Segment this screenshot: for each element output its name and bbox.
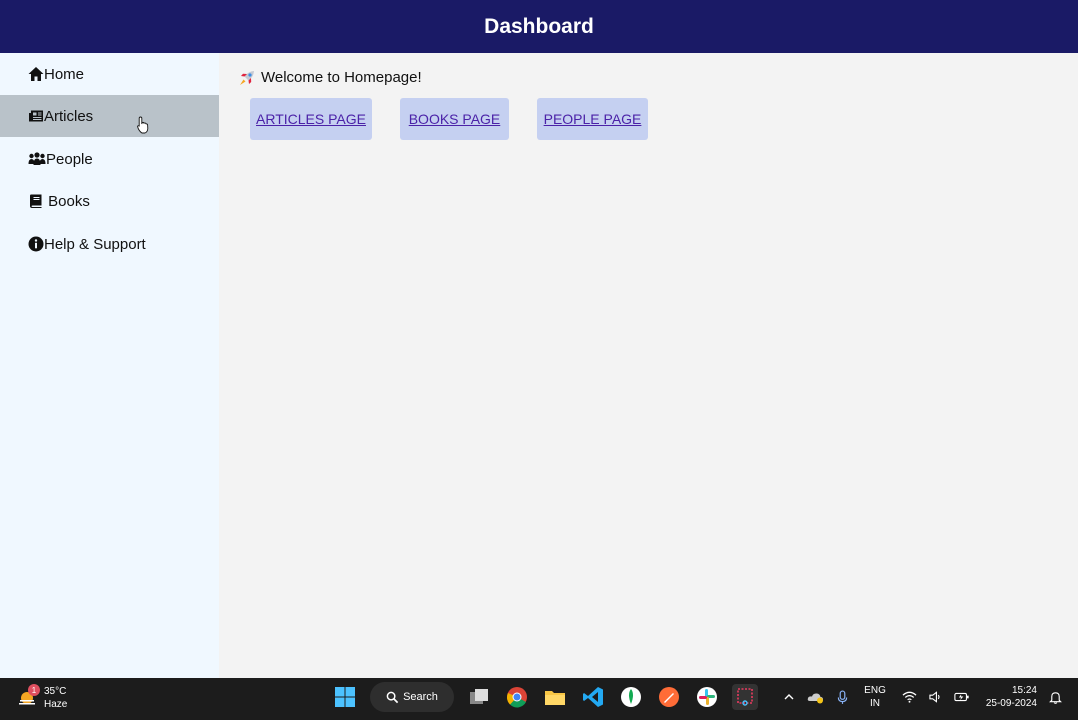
- sidebar-item-label: Books: [44, 192, 90, 210]
- people-page-button[interactable]: PEOPLE PAGE: [537, 98, 648, 140]
- sidebar-item-label: Home: [44, 65, 85, 83]
- books-page-button[interactable]: BOOKS PAGE: [400, 98, 509, 140]
- notification-badge: 1: [28, 684, 40, 696]
- weather-condition: Haze: [44, 699, 68, 710]
- chrome-icon[interactable]: [504, 684, 530, 710]
- sidebar-item-help[interactable]: Help & Support: [0, 223, 219, 265]
- sidebar-item-label: Articles: [44, 107, 94, 125]
- articles-page-button[interactable]: ARTICLES PAGE: [250, 98, 372, 140]
- taskbar-search-button[interactable]: Search: [370, 682, 454, 712]
- weather-sun-icon: 1: [16, 684, 40, 709]
- taskbar: 1 35°C Haze Search ENG IN 15:24 25-09-20…: [0, 678, 1078, 720]
- page-title: Dashboard: [484, 14, 594, 38]
- hand-cursor-icon: [137, 116, 149, 134]
- weather-temp: 35°C: [44, 686, 67, 697]
- home-icon: [28, 66, 44, 82]
- welcome-text: Welcome to Homepage!: [261, 69, 422, 86]
- onedrive-icon[interactable]: [807, 690, 825, 704]
- weather-widget[interactable]: 1 35°C Haze: [16, 684, 68, 711]
- language-indicator[interactable]: ENG IN: [864, 684, 886, 710]
- rocket-icon: [240, 70, 254, 85]
- search-icon: [386, 691, 399, 703]
- sidebar-item-home[interactable]: Home: [0, 53, 219, 95]
- newspaper-icon: [28, 108, 44, 124]
- postman-icon[interactable]: [656, 684, 682, 710]
- system-clock[interactable]: 15:24 25-09-2024: [986, 684, 1037, 710]
- microphone-icon[interactable]: [837, 689, 848, 705]
- sidebar-item-label: People: [46, 150, 93, 168]
- slack-icon[interactable]: [694, 684, 720, 710]
- main-content: Welcome to Homepage! ARTICLES PAGE BOOKS…: [219, 53, 1078, 678]
- sidebar-item-people[interactable]: People: [0, 138, 219, 180]
- battery-icon[interactable]: [954, 691, 970, 703]
- info-icon: [28, 236, 44, 252]
- volume-icon[interactable]: [929, 691, 942, 703]
- notification-bell-icon[interactable]: [1049, 691, 1062, 704]
- sidebar: Home Articles People Books Help & Suppor…: [0, 53, 219, 678]
- file-explorer-icon[interactable]: [542, 684, 568, 710]
- book-icon: [28, 193, 44, 209]
- chevron-up-icon[interactable]: [783, 691, 795, 703]
- task-view-icon[interactable]: [466, 684, 492, 710]
- search-label: Search: [403, 691, 438, 703]
- people-icon: [28, 151, 46, 167]
- header-bar: Dashboard: [0, 0, 1078, 53]
- sidebar-item-articles[interactable]: Articles: [0, 95, 219, 137]
- mongodb-compass-icon[interactable]: [618, 684, 644, 710]
- sidebar-item-label: Help & Support: [44, 235, 146, 253]
- snipping-tool-icon[interactable]: [732, 684, 758, 710]
- welcome-message: Welcome to Homepage!: [239, 69, 422, 86]
- windows-start-icon[interactable]: [332, 684, 358, 710]
- vscode-icon[interactable]: [580, 684, 606, 710]
- wifi-icon[interactable]: [902, 691, 917, 703]
- sidebar-item-books[interactable]: Books: [0, 180, 219, 222]
